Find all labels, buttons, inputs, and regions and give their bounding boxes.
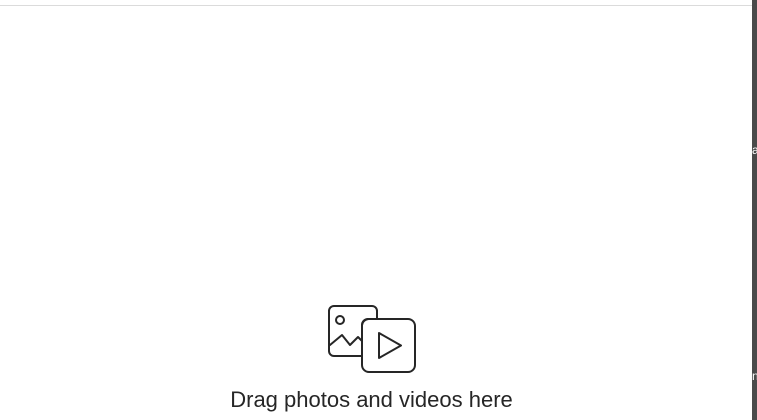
backdrop-text-fragment: a <box>752 143 757 157</box>
media-drop-zone[interactable]: Drag photos and videos here <box>0 3 752 420</box>
modal-backdrop[interactable] <box>752 0 757 420</box>
create-post-dialog: Drag photos and videos here <box>0 3 752 420</box>
photo-video-icon <box>328 305 416 373</box>
create-post-dialog-page: Drag photos and videos here a ni <box>0 0 757 420</box>
drag-drop-instruction: Drag photos and videos here <box>230 387 513 412</box>
backdrop-text-fragment: ni <box>752 369 757 383</box>
